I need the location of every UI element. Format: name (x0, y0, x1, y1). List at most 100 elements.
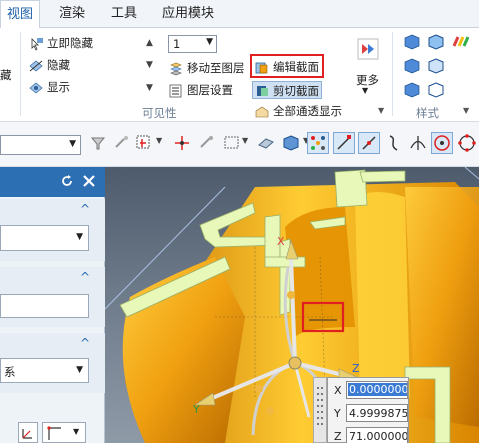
z-axis-label: Z (352, 362, 360, 375)
clip-section-button[interactable]: 剪切截面 (252, 81, 322, 99)
coord-x-label: X (334, 384, 342, 397)
graphics-viewport[interactable]: X Y Z X 0.0000000 Y 4.9999875 Z 71.00000… (105, 167, 479, 443)
coord-y-label: Y (334, 407, 341, 420)
hide-button[interactable]: 隐藏 (28, 56, 70, 74)
quadrant-point-icon[interactable] (457, 133, 477, 153)
transparent-icon (255, 106, 269, 117)
model-scene: X Y Z (105, 167, 479, 443)
section-name-input[interactable] (0, 294, 89, 318)
studio-cube-icon[interactable] (404, 82, 420, 98)
layer-select-value: 1 (173, 37, 181, 51)
truncated-label: 藏 (0, 68, 12, 82)
hide-icon (29, 59, 43, 72)
chevron-down-icon: ▼ (362, 86, 369, 95)
coord-x-input[interactable]: 0.0000000 (346, 381, 408, 399)
clip-section-icon (257, 86, 268, 96)
expand-arrow-icon[interactable]: ▼ (378, 106, 384, 115)
solid-select-icon[interactable] (281, 133, 301, 153)
intersection-icon[interactable] (408, 133, 428, 153)
collapse-icon[interactable]: ^ (80, 202, 90, 216)
point-selector-button[interactable] (18, 422, 38, 443)
mid-point-icon (362, 136, 376, 150)
scroll-up-icon[interactable]: ▲ (146, 38, 153, 48)
collapse-icon[interactable]: ^ (80, 270, 90, 284)
dropdown-arrow-icon[interactable]: ▼ (146, 60, 153, 70)
orient-icon (47, 426, 61, 440)
coordinate-entry-box: X 0.0000000 Y 4.9999875 Z 71.000000 (327, 377, 409, 443)
wireframe-cube-icon[interactable] (404, 58, 420, 74)
dialog-group-type: ^ ▼ (0, 199, 105, 261)
hide-label: 隐藏 (47, 58, 70, 72)
tab-render[interactable]: 渲染 (52, 0, 92, 28)
snap-points-toggle[interactable] (307, 132, 329, 154)
move-to-layer-button[interactable]: 移动至图层 (168, 59, 245, 77)
hide-now-icon (31, 37, 43, 51)
coord-y-input[interactable]: 4.9999875 (346, 404, 408, 422)
coord-x-value: 0.0000000 (348, 383, 408, 396)
edit-section-button[interactable]: 编辑截面 (254, 58, 319, 76)
tab-application[interactable]: 应用模块 (156, 0, 220, 28)
layer-settings-icon (169, 84, 182, 97)
all-transparent-label: 全部通透显示 (273, 104, 342, 118)
partial-shaded-cube-icon[interactable] (428, 82, 444, 98)
layer-settings-button[interactable]: 图层设置 (168, 81, 233, 99)
arc-center-icon (434, 135, 450, 151)
type-filter-select[interactable]: ▼ (0, 135, 81, 155)
hide-now-label: 立即隐藏 (47, 36, 93, 50)
dialog-group-name: ^ (0, 267, 105, 327)
close-icon[interactable] (82, 174, 96, 188)
move-to-layer-label: 移动至图层 (187, 61, 245, 75)
rectangle-select-icon[interactable] (222, 133, 242, 153)
curve-point-icon[interactable] (384, 133, 404, 153)
all-transparent-button[interactable]: 全部通透显示 (254, 102, 342, 120)
reset-icon[interactable] (60, 174, 74, 188)
color-style-icon[interactable] (452, 34, 470, 50)
x-axis-label: X (277, 235, 285, 248)
arc-center-toggle[interactable] (431, 132, 453, 154)
show-button[interactable]: 显示 (28, 78, 70, 96)
layer-select[interactable]: 1 ▼ (168, 35, 217, 53)
csys-icon (22, 429, 32, 439)
tab-tools[interactable]: 工具 (104, 0, 144, 28)
face-select-icon[interactable] (256, 133, 276, 153)
ribbon-separator (392, 32, 393, 116)
tab-view[interactable]: 视图 (0, 0, 40, 29)
coord-grip[interactable] (313, 377, 327, 443)
ribbon-tab-bar: 视图 渲染 工具 应用模块 (0, 0, 479, 29)
section-type-select[interactable]: ▼ (0, 225, 89, 251)
orientation-value: 系 (4, 365, 16, 379)
ribbon: 藏 立即隐藏 隐藏 显示 ▲ ▼ ▼ 1 ▼ 移动至图层 图层设置 编辑截面 剪… (0, 28, 479, 122)
coord-z-label: Z (334, 430, 342, 443)
end-point-toggle[interactable] (333, 132, 355, 154)
more-button[interactable]: 更多 ▼ (348, 34, 386, 96)
chevron-down-icon[interactable]: ▼ (242, 136, 248, 145)
dialog-title-bar (0, 167, 105, 197)
inferred-point-icon[interactable] (196, 133, 216, 153)
select-box-icon[interactable] (134, 133, 154, 153)
chevron-down-icon: ▼ (69, 139, 76, 149)
drag-handle-icon (317, 387, 323, 425)
chevron-down-icon: ▼ (206, 37, 213, 47)
dropdown-arrow-icon[interactable]: ▼ (146, 83, 153, 93)
end-point-icon (337, 135, 351, 150)
origin-icon[interactable] (172, 133, 192, 153)
expand-arrow-icon[interactable]: ▼ (463, 106, 469, 115)
hidden-edge-cube-icon[interactable] (428, 58, 444, 74)
chevron-down-icon: ▼ (76, 365, 83, 375)
collapse-icon[interactable]: ^ (80, 336, 90, 350)
edged-cube-icon[interactable] (428, 34, 444, 50)
snap-points-icon (311, 136, 325, 150)
move-layer-icon (170, 62, 182, 75)
show-icon (29, 81, 43, 94)
snap-icon[interactable] (112, 133, 132, 153)
hide-now-button[interactable]: 立即隐藏 (28, 34, 93, 52)
coord-z-input[interactable]: 71.000000 (346, 427, 408, 443)
more-icon (357, 38, 379, 60)
orientation-select[interactable]: 系 ▼ (0, 358, 89, 383)
mid-point-toggle[interactable] (358, 132, 380, 154)
shaded-cube-icon[interactable] (404, 34, 420, 50)
dialog-group-orientation: ^ 系 ▼ (0, 333, 105, 393)
chevron-down-icon[interactable]: ▼ (156, 136, 162, 145)
orient-selector-button[interactable]: ▼ (42, 422, 86, 443)
filter-icon[interactable] (88, 133, 108, 153)
